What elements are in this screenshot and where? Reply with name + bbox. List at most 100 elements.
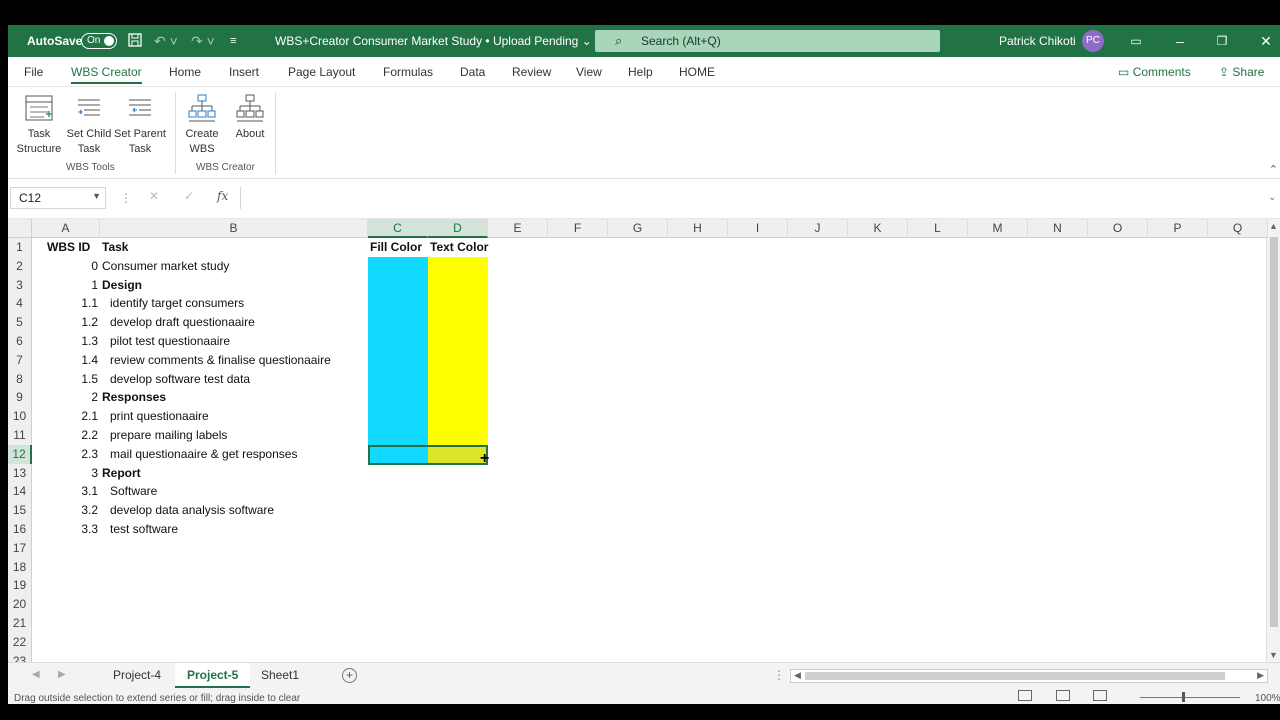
next-sheet-icon[interactable]: ▶ [58, 669, 66, 680]
tab-wbs-creator[interactable]: WBS Creator [71, 65, 142, 84]
scroll-thumb[interactable] [805, 672, 1225, 680]
select-all-button[interactable] [8, 219, 32, 238]
wbs-id-cell[interactable]: 0 [32, 257, 98, 276]
scroll-down-icon[interactable]: ▼ [1269, 650, 1278, 660]
worksheet-grid[interactable]: ▲ ▼ A B C D E F G H I J K L M N O P Q 1 WBS ID Task Fill Col… [8, 219, 1280, 662]
user-name[interactable]: Patrick Chikoti [999, 34, 1076, 48]
scroll-up-icon[interactable]: ▲ [1269, 221, 1278, 231]
column-header-k[interactable]: K [848, 219, 908, 238]
column-header-b[interactable]: B [100, 219, 368, 238]
task-cell[interactable]: prepare mailing labels [110, 426, 227, 445]
row-header[interactable]: 15 [8, 501, 32, 521]
tab-view[interactable]: View [576, 65, 602, 79]
row-header[interactable]: 10 [8, 407, 32, 427]
sheet-tab-project-5[interactable]: Project-5 [175, 663, 251, 688]
set-parent-task-button[interactable]: Set Parent Task [114, 92, 166, 157]
row-header[interactable]: 16 [8, 520, 32, 539]
wbs-id-cell[interactable]: 2 [32, 388, 98, 407]
wbs-id-cell[interactable]: 1.2 [32, 313, 98, 332]
normal-view-icon[interactable] [1018, 690, 1032, 701]
search-input[interactable]: ⌕ Search (Alt+Q) [595, 30, 940, 52]
column-header-d[interactable]: D [428, 219, 488, 238]
minimize-icon[interactable]: – [1170, 31, 1190, 51]
column-header-o[interactable]: O [1088, 219, 1148, 238]
tab-data[interactable]: Data [460, 65, 485, 79]
add-sheet-icon[interactable]: + [342, 668, 357, 683]
share-button[interactable]: ⇪ Share [1219, 65, 1264, 79]
scroll-right-icon[interactable]: ▶ [1257, 670, 1264, 681]
zoom-level[interactable]: 100% [1255, 693, 1280, 704]
name-box[interactable]: C12 ▼ [10, 187, 106, 209]
row-header[interactable]: 1 [8, 238, 32, 257]
row-header[interactable]: 18 [8, 557, 32, 577]
ribbon-display-icon[interactable]: ▭ [1126, 31, 1146, 51]
enter-icon[interactable]: ✓ [184, 189, 194, 203]
column-header-h[interactable]: H [668, 219, 728, 238]
row-header[interactable]: 13 [8, 463, 32, 483]
column-header-n[interactable]: N [1028, 219, 1088, 238]
row-header[interactable]: 4 [8, 294, 32, 314]
row-header[interactable]: 17 [8, 538, 32, 558]
row-header[interactable]: 22 [8, 632, 32, 652]
wbs-id-cell[interactable]: 3.1 [32, 482, 98, 501]
task-cell[interactable]: develop draft questionaaire [110, 313, 255, 332]
row-header[interactable]: 20 [8, 595, 32, 615]
about-button[interactable]: About [230, 92, 270, 142]
row-header[interactable]: 19 [8, 576, 32, 596]
wbs-id-cell[interactable]: WBS ID [47, 238, 90, 257]
page-layout-view-icon[interactable] [1056, 690, 1070, 701]
row-header[interactable]: 7 [8, 350, 32, 370]
wbs-id-cell[interactable]: 1.5 [32, 370, 98, 389]
create-wbs-button[interactable]: Create WBS [182, 92, 222, 157]
wbs-id-cell[interactable]: 2.2 [32, 426, 98, 445]
maximize-icon[interactable]: ❐ [1212, 31, 1232, 51]
task-cell[interactable]: review comments & finalise questionaaire [110, 351, 331, 370]
close-icon[interactable]: ✕ [1256, 31, 1276, 51]
text-color-header[interactable]: Text Color [430, 238, 488, 257]
sheet-tab-project-4[interactable]: Project-4 [101, 663, 173, 688]
cell-selection[interactable] [368, 444, 488, 465]
row-header[interactable]: 6 [8, 332, 32, 351]
row-header[interactable]: 9 [8, 388, 32, 408]
insert-function-icon[interactable]: fx [217, 189, 228, 203]
tab-help[interactable]: Help [628, 65, 653, 79]
expand-formula-bar-icon[interactable]: ⌄ [1268, 192, 1276, 203]
scroll-thumb[interactable] [1270, 237, 1278, 627]
column-header-q[interactable]: Q [1208, 219, 1268, 238]
document-title[interactable]: WBS+Creator Consumer Market Study • Uplo… [275, 34, 592, 48]
task-cell[interactable]: mail questionaaire & get responses [110, 445, 297, 464]
column-header-p[interactable]: P [1148, 219, 1208, 238]
wbs-id-cell[interactable]: 3.2 [32, 501, 98, 520]
task-structure-button[interactable]: Task Structure [16, 92, 62, 157]
column-header-e[interactable]: E [488, 219, 548, 238]
task-cell[interactable]: test software [110, 520, 178, 539]
row-header[interactable]: 23 [8, 651, 32, 662]
autosave-toggle[interactable]: On [81, 33, 117, 49]
task-cell[interactable]: Software [110, 482, 157, 501]
cancel-icon[interactable]: ✕ [149, 189, 159, 203]
zoom-slider-thumb[interactable] [1182, 692, 1185, 702]
row-header[interactable]: 14 [8, 482, 32, 502]
set-child-task-button[interactable]: Set Child Task [64, 92, 114, 157]
wbs-id-cell[interactable]: 3 [32, 464, 98, 483]
row-header[interactable]: 5 [8, 313, 32, 333]
tab-formulas[interactable]: Formulas [383, 65, 433, 79]
prev-sheet-icon[interactable]: ◀ [32, 669, 40, 680]
task-cell[interactable]: Responses [102, 388, 166, 407]
tab-splitter-icon[interactable]: ⋮ [773, 668, 785, 682]
column-header-l[interactable]: L [908, 219, 968, 238]
collapse-ribbon-icon[interactable]: ⌃ [1269, 163, 1278, 176]
task-cell[interactable]: Consumer market study [102, 257, 229, 276]
task-cell[interactable]: Report [102, 464, 141, 483]
wbs-id-cell[interactable]: 1.3 [32, 332, 98, 351]
customize-toolbar-icon[interactable]: ≡ [230, 32, 236, 50]
task-cell[interactable]: develop data analysis software [110, 501, 274, 520]
wbs-id-cell[interactable]: 1 [32, 276, 98, 295]
wbs-id-cell[interactable]: 2.3 [32, 445, 98, 464]
tab-page-layout[interactable]: Page Layout [288, 65, 355, 79]
task-cell[interactable]: print questionaaire [110, 407, 209, 426]
column-header-m[interactable]: M [968, 219, 1028, 238]
tab-review[interactable]: Review [512, 65, 551, 79]
row-header[interactable]: 8 [8, 369, 32, 389]
column-header-i[interactable]: I [728, 219, 788, 238]
